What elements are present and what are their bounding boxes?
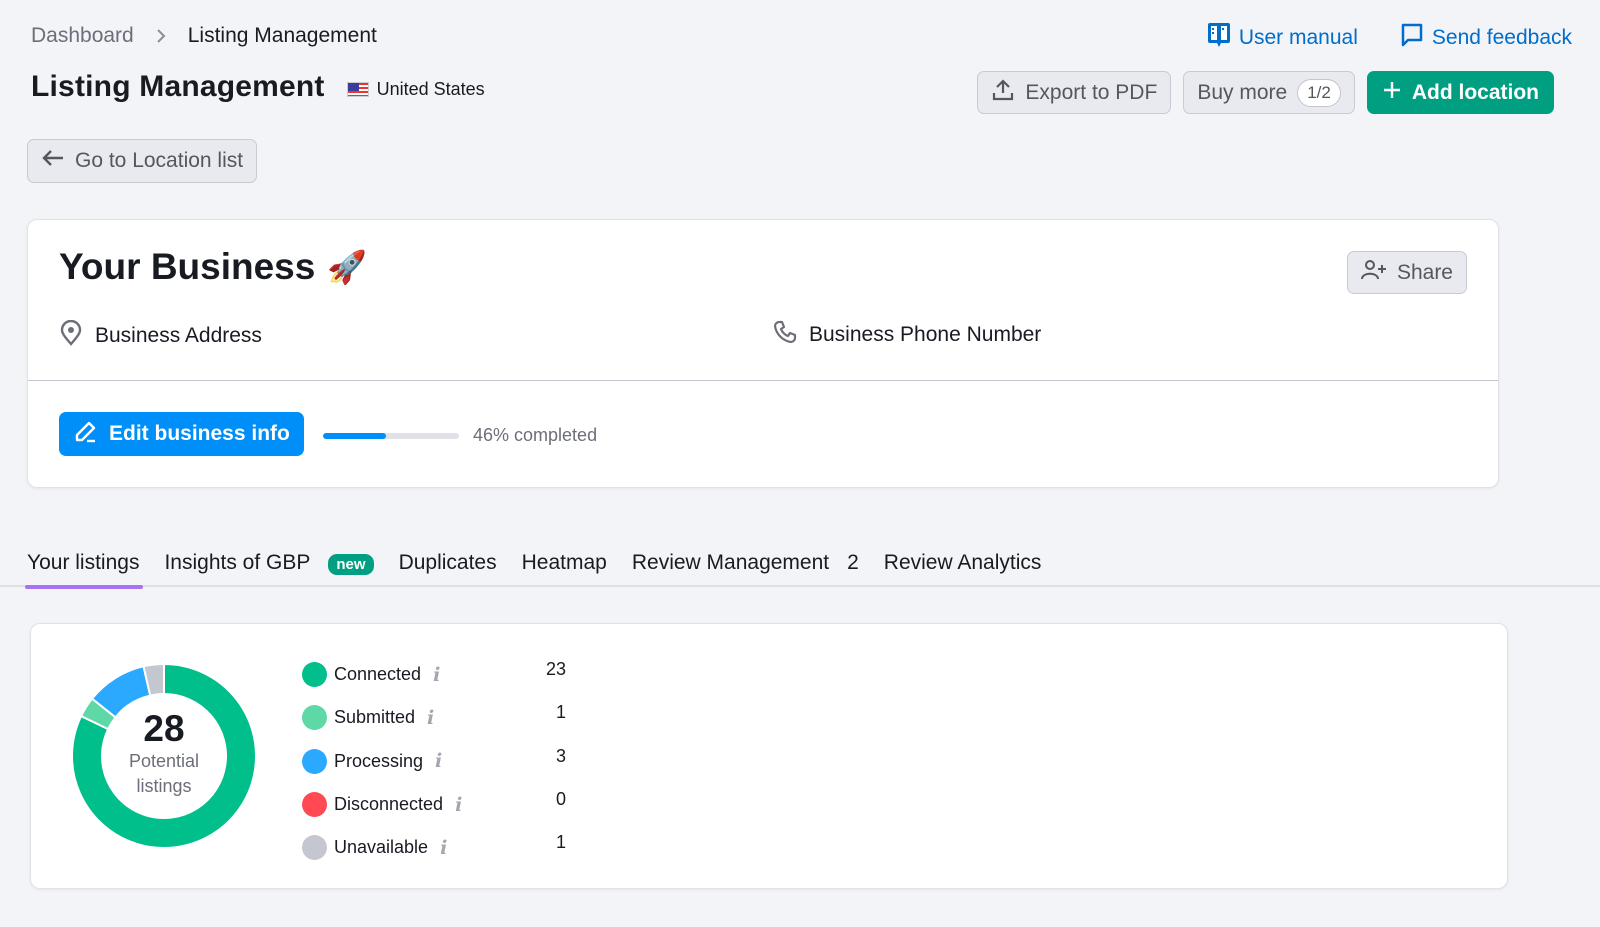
review-count-badge: 2 [847,551,859,574]
tab-label: Your listings [27,551,140,574]
donut-total-label: Potential listings [128,751,200,796]
user-manual-link[interactable]: User manual [1207,22,1358,54]
tab-duplicates[interactable]: Duplicates [399,545,497,587]
legend-value: 0 [555,788,566,809]
share-label: Share [1396,260,1453,284]
business-name-text: Your Business [59,246,316,287]
arrow-left-icon [41,148,65,174]
progress-label: 46% completed [473,425,598,445]
completion-progress: 46% completed [323,425,597,446]
add-location-label: Add location [1411,80,1539,104]
business-card: Your Business 🚀 Share Business Address B… [27,219,1499,488]
location-pin-icon [59,319,83,352]
legend-label: Unavailable [334,837,429,858]
tab-review-management[interactable]: Review Management 2 [632,545,859,587]
page-title: Listing Management [31,70,325,103]
breadcrumb-dashboard-link[interactable]: Dashboard [31,24,134,48]
tab-insights-of-gbp[interactable]: Insights of GBP new [164,545,374,587]
title-row: Listing Management United States [31,70,485,104]
tab-heatmap[interactable]: Heatmap [522,545,607,587]
legend-value: 3 [555,745,566,766]
legend-dot [302,705,327,731]
tab-review-analytics[interactable]: Review Analytics [884,545,1042,587]
info-icon[interactable]: i [440,837,447,859]
add-user-icon [1360,259,1387,287]
legend-item-disconnected: Disconnected i 0 [302,783,602,826]
chevron-right-icon [156,28,166,44]
buy-more-counter: 1/2 [1297,78,1341,107]
legend-dot [302,748,327,774]
progress-track [323,432,459,439]
listings-summary-card: 28 Potential listings Connected i 23 Submit… [30,623,1508,889]
tab-label: Review Analytics [883,551,1042,574]
add-location-button[interactable]: Add location [1366,71,1554,114]
top-links: User manual Send feedback [1207,22,1572,54]
us-flag-icon [346,81,369,97]
business-address-text: Business Address [95,324,262,347]
go-to-location-list-button[interactable]: Go to Location list [27,139,258,183]
donut-center: 28 Potential listings [71,663,257,849]
edit-business-info-button[interactable]: Edit business info [59,412,304,456]
export-pdf-label: Export to PDF [1025,80,1158,104]
legend-dot [302,662,327,688]
share-button[interactable]: Share [1346,251,1467,294]
business-address: Business Address [59,319,262,352]
tab-label: Duplicates [398,551,497,574]
breadcrumb: Dashboard Listing Management [31,24,377,48]
user-manual-label: User manual [1238,26,1358,49]
header-buttons: Export to PDF Buy more 1/2 Add location [977,71,1554,114]
phone-icon [773,320,797,350]
export-pdf-button[interactable]: Export to PDF [977,71,1172,114]
legend-item-submitted: Submitted i 1 [302,696,602,739]
send-feedback-label: Send feedback [1431,26,1572,49]
legend-value: 1 [555,702,566,723]
buy-more-button[interactable]: Buy more 1/2 [1183,71,1355,114]
go-to-location-list-label: Go to Location list [75,149,244,172]
legend-dot [302,835,327,861]
pencil-icon [73,418,99,450]
legend-label: Connected [334,664,422,685]
chat-bubble-icon [1400,22,1424,54]
card-divider [28,380,1498,381]
book-icon [1207,22,1231,54]
rocket-icon: 🚀 [327,249,368,285]
new-badge: new [328,554,374,575]
legend-item-processing: Processing i 3 [302,740,602,783]
tab-list: Your listings Insights of GBP new Duplic… [24,545,1042,589]
plus-icon [1382,80,1402,106]
legend-label: Disconnected [334,794,444,815]
tab-label: Heatmap [521,551,607,574]
donut-total: 28 [143,708,185,749]
business-phone-text: Business Phone Number [809,323,1042,346]
info-icon[interactable]: i [427,707,434,729]
country-label: United States [376,78,485,99]
info-icon[interactable]: i [435,750,442,772]
legend-item-unavailable: Unavailable i 1 [302,826,602,869]
breadcrumb-current: Listing Management [187,24,377,47]
tab-your-listings[interactable]: Your listings [24,545,144,589]
info-icon[interactable]: i [433,664,440,686]
legend-item-connected: Connected i 23 [302,653,602,696]
upload-icon [991,78,1015,108]
legend-label: Processing [334,750,424,771]
legend-dot [302,792,327,818]
business-phone: Business Phone Number [773,320,1041,350]
send-feedback-link[interactable]: Send feedback [1400,22,1572,54]
legend-label: Submitted [334,707,416,728]
country-selector: United States [346,78,485,100]
edit-business-info-label: Edit business info [109,422,290,445]
legend-value: 23 [545,659,566,679]
progress-fill [323,432,386,439]
buy-more-label: Buy more [1197,80,1288,104]
business-name: Your Business 🚀 [59,246,367,288]
tab-label: Insights of GBP [164,551,311,574]
tab-label: Review Management [631,551,830,574]
info-icon[interactable]: i [455,794,462,816]
legend-value: 1 [555,832,566,853]
chart-legend: Connected i 23 Submitted i 1 Processing i 3 Disco… [302,653,602,869]
tabs-bar: Your listings Insights of GBP new Duplic… [0,545,1600,589]
